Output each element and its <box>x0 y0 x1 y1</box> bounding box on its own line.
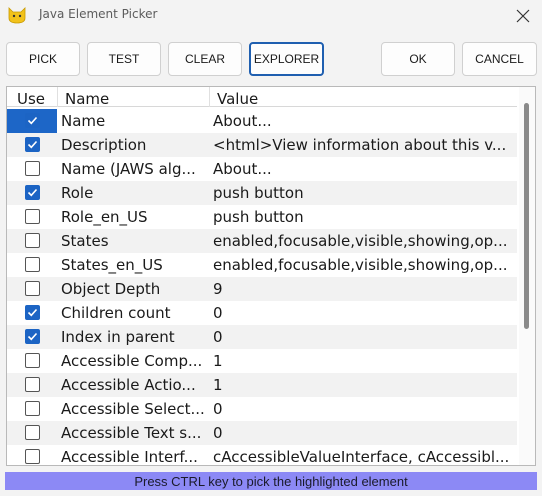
use-checkbox[interactable] <box>25 209 40 224</box>
property-value: 9 <box>213 280 223 298</box>
table-header: Use Name Value <box>7 87 517 107</box>
table-row[interactable]: Accessible Text s... 0 <box>7 421 517 445</box>
use-cell[interactable] <box>7 253 57 277</box>
scroll-thumb[interactable] <box>524 103 529 329</box>
property-value: 0 <box>213 328 223 346</box>
test-button[interactable]: TEST <box>87 42 161 76</box>
property-value: enabled,focusable,visible,showing,op... <box>213 232 508 250</box>
use-checkbox[interactable] <box>25 257 40 272</box>
property-name: Accessible Text s... <box>61 424 202 442</box>
use-cell[interactable] <box>7 229 57 253</box>
use-checkbox[interactable] <box>25 185 40 200</box>
use-cell[interactable] <box>7 181 57 205</box>
property-name: Accessible Actio... <box>61 376 196 394</box>
table-row[interactable]: Children count 0 <box>7 301 517 325</box>
use-cell[interactable] <box>7 349 57 373</box>
use-checkbox[interactable] <box>25 401 40 416</box>
property-name: Name (JAWS alg... <box>61 160 196 178</box>
use-cell[interactable] <box>7 205 57 229</box>
property-name: Role_en_US <box>61 208 148 226</box>
status-bar: Press CTRL key to pick the highlighted e… <box>5 472 537 490</box>
use-checkbox[interactable] <box>25 281 40 296</box>
column-header-use[interactable]: Use <box>13 87 57 107</box>
table-row[interactable]: Role push button <box>7 181 517 205</box>
use-cell[interactable] <box>7 133 57 157</box>
property-value: 0 <box>213 304 223 322</box>
table-row[interactable]: Accessible Select... 0 <box>7 397 517 421</box>
property-value: 0 <box>213 424 223 442</box>
toolbar: PICK TEST CLEAR EXPLORER OK CANCEL <box>0 40 542 80</box>
use-cell[interactable] <box>7 157 57 181</box>
table-row[interactable]: Role_en_US push button <box>7 205 517 229</box>
close-button[interactable] <box>506 2 540 30</box>
property-value: About... <box>213 160 272 178</box>
table-row[interactable]: Description <html>View information about … <box>7 133 517 157</box>
use-checkbox[interactable] <box>25 449 40 464</box>
table-row[interactable]: States_en_US enabled,focusable,visible,sh… <box>7 253 517 277</box>
use-cell[interactable] <box>7 325 57 349</box>
column-divider[interactable] <box>209 87 210 107</box>
property-value: 1 <box>213 376 223 394</box>
column-divider[interactable] <box>57 87 58 107</box>
property-name: Children count <box>61 304 171 322</box>
use-checkbox[interactable] <box>25 377 40 392</box>
column-header-value[interactable]: Value <box>213 87 513 107</box>
use-checkbox[interactable] <box>25 353 40 368</box>
table-row[interactable]: Index in parent 0 <box>7 325 517 349</box>
use-checkbox[interactable] <box>25 137 40 152</box>
properties-table: Use Name Value Name About... Description <h… <box>6 86 536 466</box>
use-checkbox[interactable] <box>25 233 40 248</box>
yellow-cat-icon <box>8 7 26 24</box>
use-cell[interactable] <box>7 445 57 465</box>
cancel-button[interactable]: CANCEL <box>462 42 537 76</box>
use-checkbox[interactable] <box>25 305 40 320</box>
property-name: Object Depth <box>61 280 161 298</box>
close-icon <box>516 9 530 23</box>
clear-button[interactable]: CLEAR <box>168 42 242 76</box>
table-row[interactable]: States enabled,focusable,visible,showing,… <box>7 229 517 253</box>
table-row[interactable]: Accessible Comp... 1 <box>7 349 517 373</box>
property-name: States_en_US <box>61 256 163 274</box>
table-row[interactable]: Accessible Interf... cAccessibleValueInte… <box>7 445 517 466</box>
table-row[interactable]: Accessible Actio... 1 <box>7 373 517 397</box>
table-row[interactable]: Object Depth 9 <box>7 277 517 301</box>
use-cell[interactable] <box>7 421 57 445</box>
use-cell[interactable] <box>7 109 57 133</box>
property-value: push button <box>213 208 304 226</box>
property-value: 0 <box>213 400 223 418</box>
use-checkbox[interactable] <box>25 113 40 128</box>
use-checkbox[interactable] <box>25 425 40 440</box>
use-checkbox[interactable] <box>25 329 40 344</box>
property-name: Index in parent <box>61 328 175 346</box>
property-value: cAccessibleValueInterface, cAccessibl... <box>213 448 510 466</box>
property-name: Accessible Select... <box>61 400 205 418</box>
property-value: 1 <box>213 352 223 370</box>
vertical-scrollbar[interactable] <box>519 87 535 465</box>
property-name: States <box>61 232 109 250</box>
property-value: <html>View information about this v... <box>213 136 507 154</box>
property-name: Accessible Interf... <box>61 448 198 466</box>
table-body: Name About... Description <html>View inform… <box>7 109 517 466</box>
property-name: Description <box>61 136 147 154</box>
window-title: Java Element Picker <box>39 7 158 21</box>
use-cell[interactable] <box>7 277 57 301</box>
use-cell[interactable] <box>7 373 57 397</box>
use-checkbox[interactable] <box>25 161 40 176</box>
property-name: Name <box>61 112 106 130</box>
use-cell[interactable] <box>7 397 57 421</box>
property-name: Accessible Comp... <box>61 352 203 370</box>
property-name: Role <box>61 184 94 202</box>
explorer-button[interactable]: EXPLORER <box>249 42 324 76</box>
table-row[interactable]: Name (JAWS alg... About... <box>7 157 517 181</box>
property-value: About... <box>213 112 272 130</box>
column-header-name[interactable]: Name <box>61 87 209 107</box>
ok-button[interactable]: OK <box>381 42 455 76</box>
status-text: Press CTRL key to pick the highlighted e… <box>134 473 408 489</box>
property-value: enabled,focusable,visible,showing,op... <box>213 256 508 274</box>
table-row[interactable]: Name About... <box>7 109 517 133</box>
title-bar: Java Element Picker <box>0 0 542 33</box>
property-value: push button <box>213 184 304 202</box>
use-cell[interactable] <box>7 301 57 325</box>
pick-button[interactable]: PICK <box>6 42 80 76</box>
